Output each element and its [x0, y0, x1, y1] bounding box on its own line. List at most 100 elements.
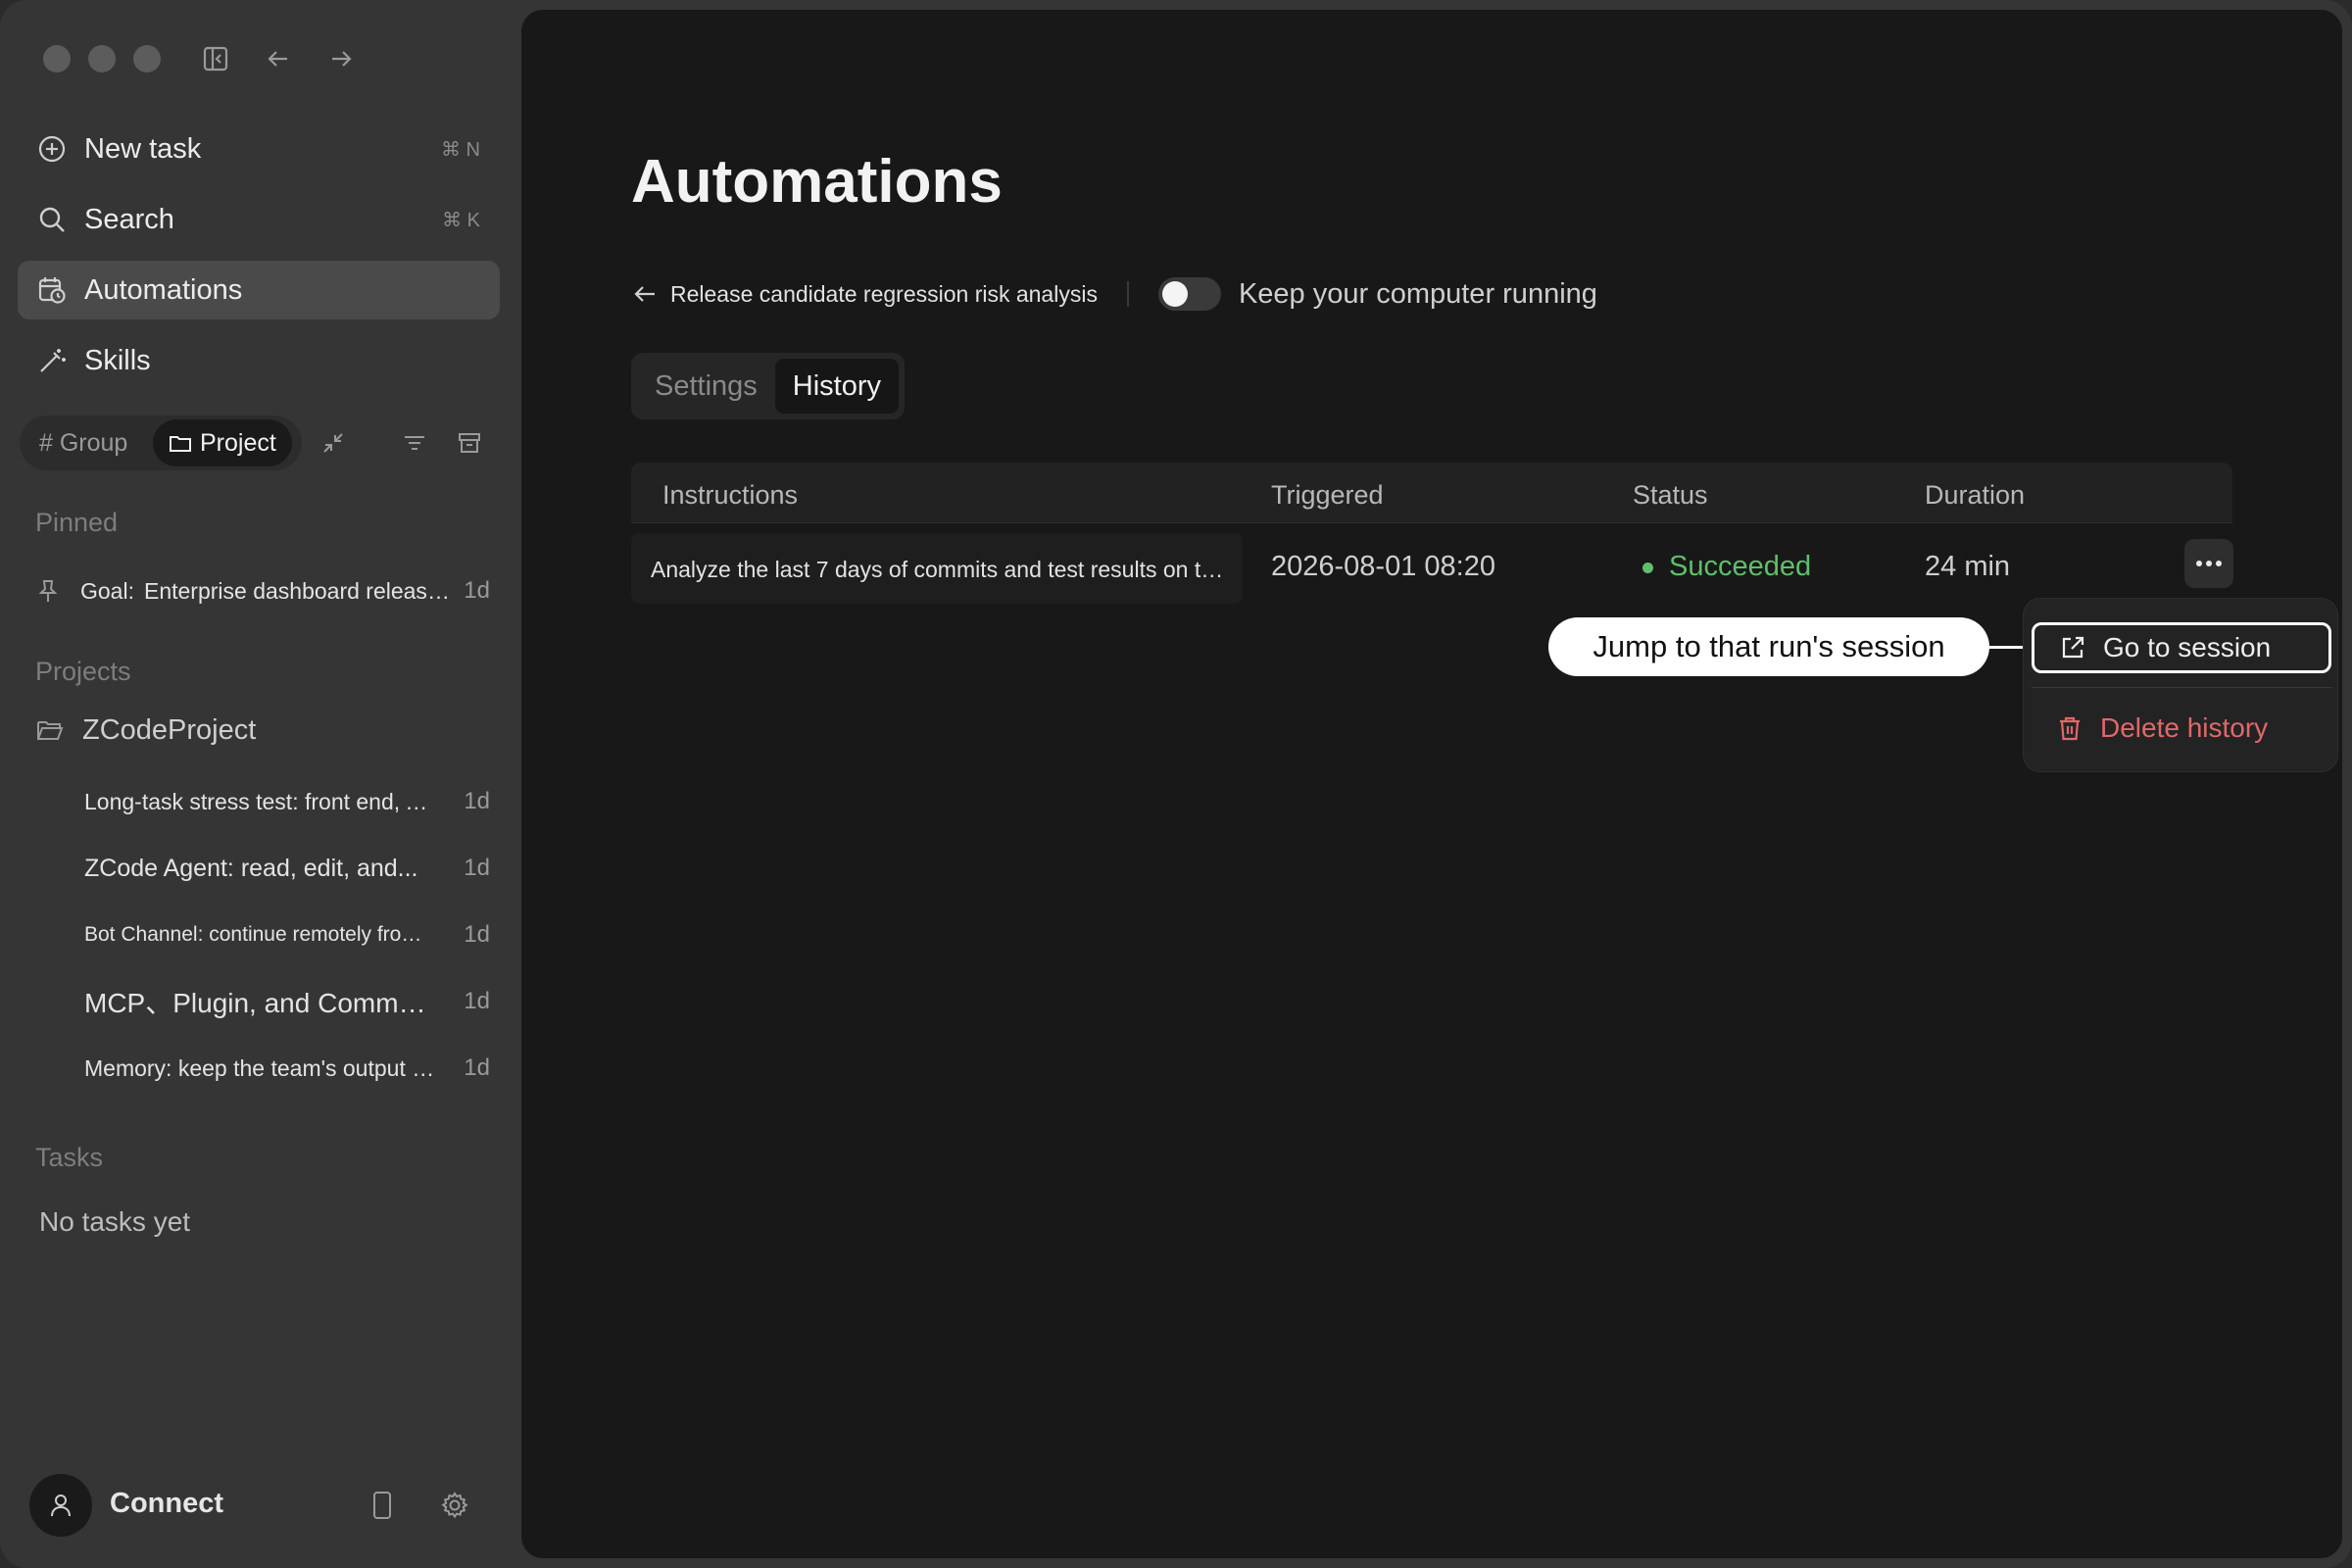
window-close-button[interactable] — [43, 45, 71, 73]
nav-search[interactable]: Search ⌘ K — [18, 190, 500, 249]
sidebar: New task ⌘ N Search ⌘ K Automations Skil… — [0, 0, 519, 1568]
list-item[interactable]: ZCode Agent: read, edit, and... 1d — [84, 844, 496, 893]
status-text: Succeeded — [1669, 551, 1812, 582]
table-header: Instructions Triggered Status Duration — [631, 463, 2232, 523]
group-toggle[interactable]: # Group — [24, 419, 143, 466]
nav-new-task[interactable]: New task ⌘ N — [18, 120, 500, 178]
filter-row: # Group Project — [20, 416, 500, 470]
project-folder[interactable]: ZCodeProject — [35, 706, 496, 755]
keep-running-toggle[interactable] — [1157, 277, 1221, 311]
folder-open-icon — [35, 715, 65, 745]
list-item-text: ZCode Agent: read, edit, and... — [84, 854, 418, 882]
user-icon — [47, 1492, 74, 1519]
nav-skills[interactable]: Skills — [18, 331, 500, 390]
table-row[interactable]: Analyze the last 7 days of commits and t… — [631, 523, 2233, 613]
trash-icon — [2053, 711, 2086, 745]
shortcut-hint: ⌘ N — [441, 138, 480, 161]
item-age: 1d — [464, 988, 490, 1014]
project-toggle[interactable]: Project — [153, 419, 292, 466]
back-arrow-icon[interactable] — [259, 39, 298, 78]
item-age: 1d — [464, 788, 490, 814]
main-panel: Automations Release candidate regression… — [521, 10, 2342, 1558]
duration-cell: 24 min — [1925, 551, 2011, 582]
triggered-cell: 2026-08-01 08:20 — [1271, 551, 1495, 582]
list-item-text: Bot Channel: continue remotely from Feis… — [84, 923, 437, 946]
project-toggle-label: Project — [200, 428, 276, 457]
item-age: 1d — [464, 921, 490, 948]
window-minimize-button[interactable] — [88, 45, 116, 73]
divider — [1126, 281, 1129, 307]
list-item-text: Long-task stress test: front end, API, a… — [84, 788, 437, 814]
menu-divider — [2032, 687, 2331, 688]
context-menu: Go to session Delete history — [2023, 598, 2338, 772]
list-item-text: Memory: keep the team's output style — [84, 1054, 437, 1081]
instructions-cell: Analyze the last 7 days of commits and t… — [631, 533, 1243, 604]
column-header: Status — [1633, 480, 1708, 510]
pin-icon — [35, 578, 61, 604]
status-dot — [1642, 562, 1653, 573]
connect-label[interactable]: Connect — [110, 1488, 223, 1520]
breadcrumb[interactable]: Release candidate regression risk analys… — [670, 281, 1098, 308]
forward-arrow-icon[interactable] — [321, 39, 361, 78]
list-item-text: MCP、Plugin, and Command: — [84, 988, 437, 1018]
item-age: 1d — [464, 577, 490, 604]
nav-automations[interactable]: Automations — [18, 261, 500, 319]
phone-icon[interactable] — [363, 1486, 402, 1525]
page-title: Automations — [631, 148, 1003, 216]
toggle-label: Keep your computer running — [1238, 277, 1597, 310]
avatar[interactable] — [29, 1474, 92, 1537]
sidebar-toggle-icon[interactable] — [196, 39, 235, 78]
tab-settings[interactable]: Settings — [637, 359, 775, 414]
tasks-section-title: Tasks — [35, 1143, 104, 1172]
back-arrow-icon[interactable] — [631, 280, 659, 308]
nav-label: Automations — [84, 273, 243, 306]
ellipsis-icon — [2195, 560, 2223, 567]
tab-bar: Settings History — [631, 353, 906, 419]
column-header: Instructions — [662, 480, 799, 510]
project-name: ZCodeProject — [82, 713, 257, 746]
tasks-empty-text: No tasks yet — [39, 1206, 191, 1237]
collapse-icon[interactable] — [314, 423, 353, 463]
toggle-knob — [1161, 281, 1188, 307]
history-table: Instructions Triggered Status Duration A… — [631, 463, 2233, 613]
column-header: Duration — [1925, 480, 2026, 510]
column-header: Triggered — [1271, 480, 1384, 510]
list-item[interactable]: Memory: keep the team's output style 1d — [84, 1044, 496, 1093]
breadcrumb-row: Release candidate regression risk analys… — [631, 267, 1597, 321]
folder-icon — [169, 431, 192, 455]
window-zoom-button[interactable] — [133, 45, 161, 73]
list-item[interactable]: MCP、Plugin, and Command: 1d — [84, 977, 496, 1026]
more-options-button[interactable] — [2184, 539, 2233, 588]
instructions-text: Analyze the last 7 days of commits and t… — [651, 557, 1229, 582]
magic-wand-icon — [35, 344, 69, 377]
plus-circle-icon — [35, 132, 69, 166]
shortcut-hint: ⌘ K — [442, 209, 480, 231]
status-badge: Succeeded — [1642, 551, 1811, 583]
search-icon — [35, 203, 69, 236]
go-to-session-item[interactable]: Go to session — [2032, 622, 2331, 673]
pinned-item[interactable]: Goal: Enterprise dashboard release sign-… — [35, 566, 496, 615]
item-age: 1d — [464, 855, 490, 881]
nav-label: New task — [84, 132, 202, 165]
app-window: New task ⌘ N Search ⌘ K Automations Skil… — [0, 0, 2352, 1568]
delete-history-item[interactable]: Delete history — [2032, 703, 2331, 754]
calendar-clock-icon — [35, 273, 69, 307]
pinned-section-title: Pinned — [35, 508, 119, 537]
pinned-prefix: Goal: — [80, 577, 134, 604]
list-item[interactable]: Bot Channel: continue remotely from Feis… — [84, 910, 496, 959]
gear-icon[interactable] — [435, 1486, 474, 1525]
nav-label: Search — [84, 203, 174, 235]
menu-item-label: Delete history — [2100, 712, 2269, 743]
projects-section-title: Projects — [35, 657, 131, 686]
nav-label: Skills — [84, 344, 151, 376]
pinned-text: Enterprise dashboard release sign-off — [143, 577, 458, 604]
list-item[interactable]: Long-task stress test: front end, API, a… — [84, 777, 496, 826]
callout-tooltip: Jump to that run's session — [1548, 617, 1989, 676]
sidebar-footer: Connect — [29, 1470, 490, 1539]
archive-icon[interactable] — [450, 423, 489, 463]
external-link-icon — [2056, 631, 2089, 664]
filter-icon[interactable] — [395, 423, 434, 463]
menu-item-label: Go to session — [2103, 632, 2272, 662]
item-age: 1d — [464, 1054, 490, 1081]
tab-history[interactable]: History — [774, 359, 900, 414]
